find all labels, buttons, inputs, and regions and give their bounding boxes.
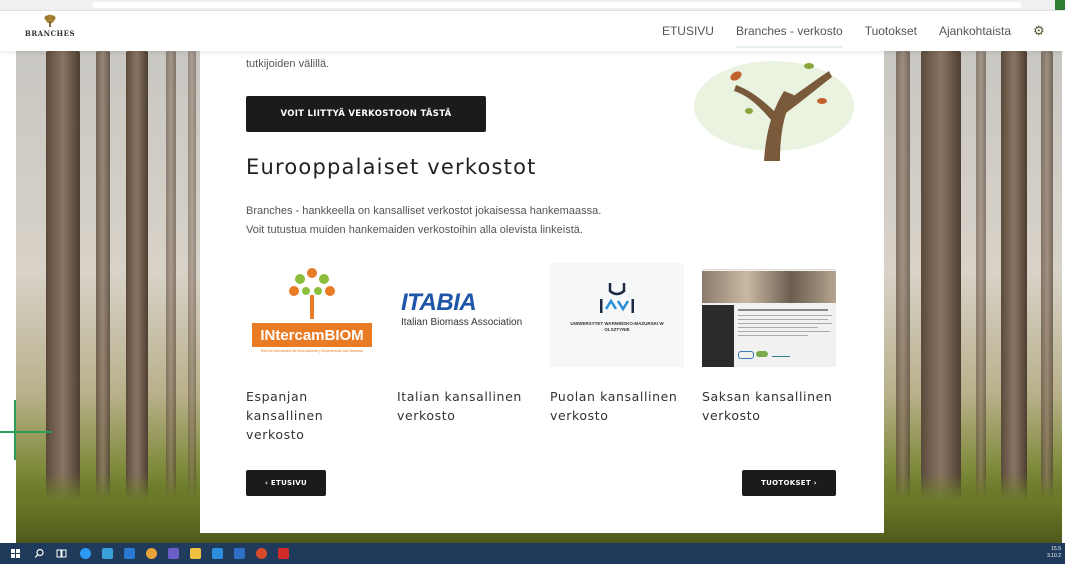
intercambiom-logo[interactable]: INtercamBIOM Red de Intercambio de Innov… bbox=[246, 263, 380, 367]
intro-text: tutkijoiden välillä. bbox=[246, 58, 330, 70]
task-view-icon[interactable] bbox=[56, 548, 67, 559]
logo-wordmark: BRANCHES bbox=[24, 29, 76, 38]
gear-icon[interactable]: ⚙ bbox=[1033, 24, 1047, 38]
decor-line bbox=[14, 400, 16, 460]
tree-trunk bbox=[976, 51, 986, 523]
website-screenshot bbox=[702, 263, 836, 367]
system-clock[interactable]: 15.5 3.10.2 bbox=[1047, 546, 1061, 560]
description-line: Branches - hankkeella on kansalliset ver… bbox=[246, 205, 602, 217]
partner-name-poland[interactable]: Puolan kansallinen verkosto bbox=[550, 387, 690, 425]
nav-item-ajankohtaista[interactable]: Ajankohtaista bbox=[939, 18, 1011, 44]
file-explorer-icon[interactable] bbox=[190, 548, 201, 559]
join-network-button[interactable]: VOIT LIITTYÄ VERKOSTOON TÄSTÄ bbox=[246, 96, 486, 132]
tree-trunk bbox=[1001, 51, 1027, 523]
tree-trunk bbox=[1041, 51, 1053, 523]
outlook-icon[interactable] bbox=[212, 548, 223, 559]
partner-name-spain[interactable]: Espanjan kansallinen verkosto bbox=[246, 387, 386, 444]
content-card: tutkijoiden välillä. VOIT LIITTYÄ VERKOS… bbox=[200, 51, 884, 533]
partner-card-poland[interactable]: UNIWERSYTET WARMIŃSKO-MAZURSKI W OLSZTYN… bbox=[550, 263, 684, 423]
tree-trunk bbox=[126, 51, 148, 523]
main-menu: ETUSIVU Branches - verkosto Tuotokset Aj… bbox=[662, 11, 1047, 51]
uwm-wordmark: UNIWERSYTET WARMIŃSKO-MAZURSKI W OLSZTYN… bbox=[570, 321, 664, 332]
next-outputs-button[interactable]: TUOTOKSET › bbox=[742, 470, 836, 496]
windows-taskbar: 15.5 3.10.2 bbox=[0, 543, 1065, 564]
clock-date: 3.10.2 bbox=[1047, 553, 1061, 559]
acrobat-icon[interactable] bbox=[278, 548, 289, 559]
nav-item-etusivu[interactable]: ETUSIVU bbox=[662, 18, 714, 44]
address-bar[interactable] bbox=[92, 2, 1022, 8]
section-description: Branches - hankkeella on kansalliset ver… bbox=[246, 202, 601, 240]
browser-chrome bbox=[0, 0, 1065, 11]
decor-line bbox=[0, 431, 52, 433]
browser-edge-accent bbox=[1055, 0, 1065, 10]
tree-trunk bbox=[896, 51, 910, 523]
uwm-emblem-icon bbox=[600, 283, 634, 313]
partner-card-spain[interactable]: INtercamBIOM Red de Intercambio de Innov… bbox=[246, 263, 380, 442]
tree-logo-icon bbox=[44, 14, 56, 27]
powerpoint-icon[interactable] bbox=[256, 548, 267, 559]
word-icon[interactable] bbox=[234, 548, 245, 559]
edge-browser-icon[interactable] bbox=[80, 548, 91, 559]
windows-start-icon[interactable] bbox=[10, 548, 21, 559]
tree-trunk bbox=[188, 51, 196, 523]
partner-card-italy[interactable]: ITABIA Italian Biomass Association Itali… bbox=[397, 263, 531, 423]
itabia-tagline: Italian Biomass Association bbox=[401, 317, 523, 328]
back-to-home-button[interactable]: ‹ ETUSIVU bbox=[246, 470, 326, 496]
description-line: Voit tutustua muiden hankemaiden verkost… bbox=[246, 224, 583, 236]
mail-icon[interactable] bbox=[124, 548, 135, 559]
itabia-logo[interactable]: ITABIA Italian Biomass Association bbox=[397, 263, 531, 367]
nav-item-branches-verkosto[interactable]: Branches - verkosto bbox=[735, 18, 843, 48]
tree-trunk bbox=[166, 51, 176, 523]
tree-trunk bbox=[96, 51, 110, 523]
top-navigation: BRANCHES ETUSIVU Branches - verkosto Tuo… bbox=[0, 11, 1065, 51]
partner-card-germany[interactable]: Saksan kansallinen verkosto bbox=[702, 263, 836, 423]
branches-logo[interactable]: BRANCHES bbox=[18, 14, 82, 46]
store-icon[interactable] bbox=[102, 548, 113, 559]
search-icon[interactable] bbox=[34, 548, 45, 559]
uwm-logo[interactable]: UNIWERSYTET WARMIŃSKO-MAZURSKI W OLSZTYN… bbox=[550, 263, 684, 367]
tree-trunk bbox=[46, 51, 80, 523]
itabia-wordmark: ITABIA bbox=[401, 289, 477, 316]
german-network-thumbnail[interactable] bbox=[702, 263, 836, 367]
partner-name-germany[interactable]: Saksan kansallinen verkosto bbox=[702, 387, 842, 425]
partner-name-italy[interactable]: Italian kansallinen verkosto bbox=[397, 387, 537, 425]
left-margin bbox=[0, 51, 16, 543]
intercambiom-tree-icon bbox=[289, 268, 335, 319]
tree-illustration bbox=[694, 61, 854, 161]
teams-icon[interactable] bbox=[168, 548, 179, 559]
chrome-browser-icon[interactable] bbox=[146, 548, 157, 559]
intercambiom-wordmark: INtercamBIOM bbox=[252, 323, 372, 347]
section-title: Eurooppalaiset verkostot bbox=[246, 155, 537, 179]
intercambiom-tagline: Red de Intercambio de Innovaciones y Exp… bbox=[261, 349, 363, 353]
nav-item-tuotokset[interactable]: Tuotokset bbox=[865, 18, 917, 44]
clock-time: 15.5 bbox=[1051, 546, 1061, 552]
tree-trunk bbox=[921, 51, 961, 523]
partner-networks: INtercamBIOM Red de Intercambio de Innov… bbox=[246, 263, 846, 473]
